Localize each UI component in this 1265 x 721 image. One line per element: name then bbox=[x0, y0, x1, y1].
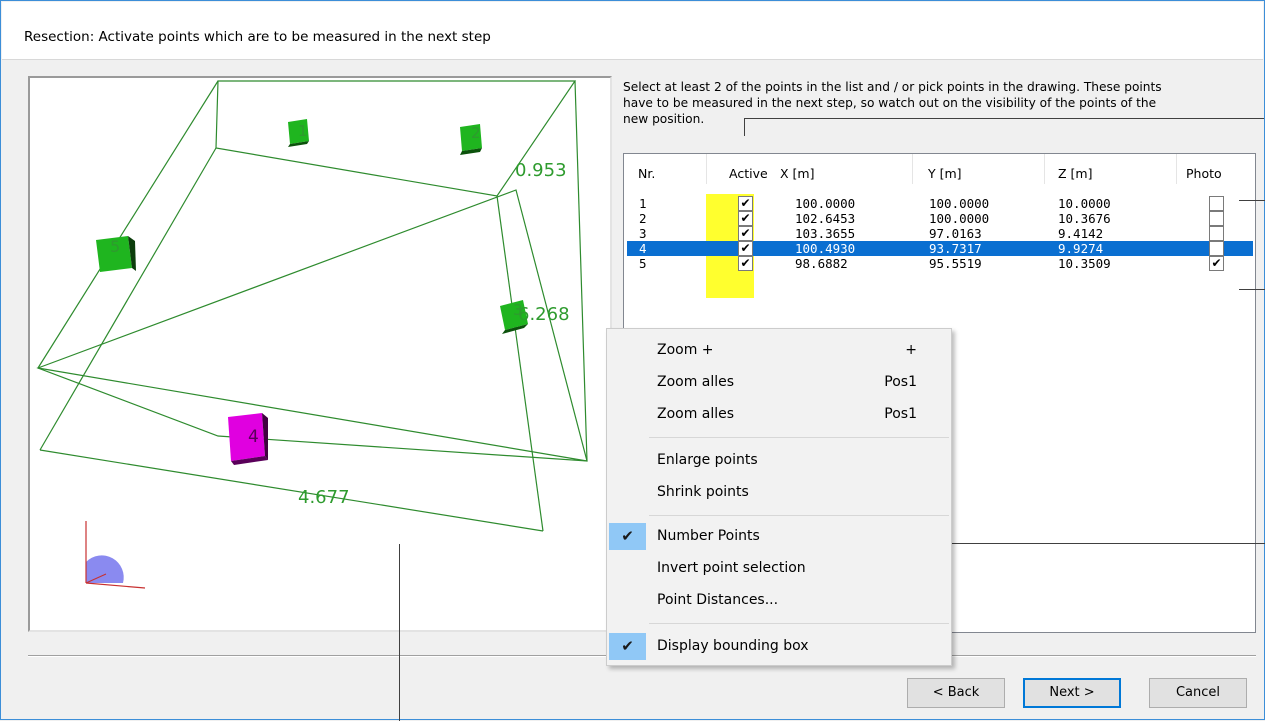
menu-item-zoom-all[interactable]: Zoom alles Pos1 bbox=[607, 399, 951, 430]
distance-label: 4.677 bbox=[298, 487, 350, 508]
active-checkbox[interactable]: ✔ bbox=[738, 241, 753, 256]
point-2-marker[interactable]: 2 bbox=[460, 124, 482, 155]
menu-item-enlarge-points[interactable]: Enlarge points bbox=[607, 445, 951, 476]
point-4-marker[interactable]: 4 bbox=[228, 413, 268, 465]
column-header-z[interactable]: Z [m] bbox=[1058, 166, 1092, 181]
active-checkbox[interactable]: ✔ bbox=[738, 196, 753, 211]
table-row[interactable]: 2 ✔ 102.6453 100.0000 10.3676 bbox=[627, 211, 1253, 226]
active-checkbox[interactable]: ✔ bbox=[738, 211, 753, 226]
column-header-x[interactable]: X [m] bbox=[780, 166, 814, 181]
axis-indicator-icon bbox=[85, 521, 146, 589]
callout-line bbox=[1239, 289, 1265, 290]
point-5-label: 5 bbox=[110, 237, 120, 256]
distance-label: 0.953 bbox=[515, 160, 567, 181]
menu-separator bbox=[649, 515, 949, 516]
drawing-viewport[interactable]: 1 2 5 3 4 0.953 6.268 4.677 bbox=[28, 76, 612, 632]
photo-checkbox[interactable] bbox=[1209, 196, 1224, 211]
photo-checkbox[interactable]: ✔ bbox=[1209, 256, 1224, 271]
menu-item-display-bounding-box[interactable]: ✔ Display bounding box bbox=[607, 631, 951, 662]
table-row[interactable]: 5 ✔ 98.6882 95.5519 10.3509 ✔ bbox=[627, 256, 1253, 271]
table-row[interactable]: 3 ✔ 103.3655 97.0163 9.4142 bbox=[627, 226, 1253, 241]
callout-line bbox=[1239, 200, 1265, 201]
menu-item-shrink-points[interactable]: Shrink points bbox=[607, 477, 951, 508]
point-2-label: 2 bbox=[471, 124, 481, 142]
check-icon: ✔ bbox=[609, 523, 646, 550]
column-header-y[interactable]: Y [m] bbox=[928, 166, 962, 181]
menu-item-point-distances[interactable]: Point Distances... bbox=[607, 585, 951, 616]
column-header-nr[interactable]: Nr. bbox=[638, 166, 655, 181]
menu-item-zoom-in[interactable]: Zoom + + bbox=[607, 335, 951, 366]
menu-item-zoom-all[interactable]: Zoom alles Pos1 bbox=[607, 367, 951, 398]
column-header-active[interactable]: Active bbox=[729, 166, 768, 181]
active-checkbox[interactable]: ✔ bbox=[738, 226, 753, 241]
point-1-label: 1 bbox=[298, 122, 308, 140]
resection-dialog: Resection: Activate points which are to … bbox=[0, 0, 1265, 721]
callout-line bbox=[945, 543, 1265, 544]
drawing-canvas[interactable]: 1 2 5 3 4 0.953 6.268 4.677 bbox=[30, 78, 610, 630]
callout-line bbox=[744, 118, 1264, 119]
photo-checkbox[interactable] bbox=[1209, 211, 1224, 226]
cancel-button[interactable]: Cancel bbox=[1149, 678, 1247, 708]
table-row-selected[interactable]: 4 ✔ 100.4930 93.7317 9.9274 bbox=[627, 241, 1253, 256]
menu-item-number-points[interactable]: ✔ Number Points bbox=[607, 521, 951, 552]
callout-line bbox=[744, 118, 745, 136]
table-row[interactable]: 1 ✔ 100.0000 100.0000 10.0000 bbox=[627, 196, 1253, 211]
photo-checkbox[interactable] bbox=[1209, 241, 1224, 256]
active-checkbox[interactable]: ✔ bbox=[738, 256, 753, 271]
distance-label: 6.268 bbox=[518, 304, 570, 325]
point-1-marker[interactable]: 1 bbox=[288, 119, 309, 147]
back-button[interactable]: < Back bbox=[907, 678, 1005, 708]
point-4-label: 4 bbox=[248, 427, 259, 447]
context-menu: Zoom + + Zoom alles Pos1 Zoom alles Pos1… bbox=[606, 328, 952, 666]
next-button[interactable]: Next > bbox=[1023, 678, 1121, 708]
photo-checkbox[interactable] bbox=[1209, 226, 1224, 241]
column-header-photo[interactable]: Photo bbox=[1186, 166, 1222, 181]
point-5-marker[interactable]: 5 bbox=[96, 236, 136, 272]
check-icon: ✔ bbox=[609, 633, 646, 660]
menu-separator bbox=[649, 437, 949, 438]
menu-item-invert-selection[interactable]: Invert point selection bbox=[607, 553, 951, 584]
dialog-title: Resection: Activate points which are to … bbox=[24, 29, 491, 45]
dialog-header: Resection: Activate points which are to … bbox=[2, 2, 1263, 60]
instruction-text: Select at least 2 of the points in the l… bbox=[623, 80, 1162, 126]
menu-separator bbox=[649, 623, 949, 624]
callout-line bbox=[399, 544, 400, 721]
